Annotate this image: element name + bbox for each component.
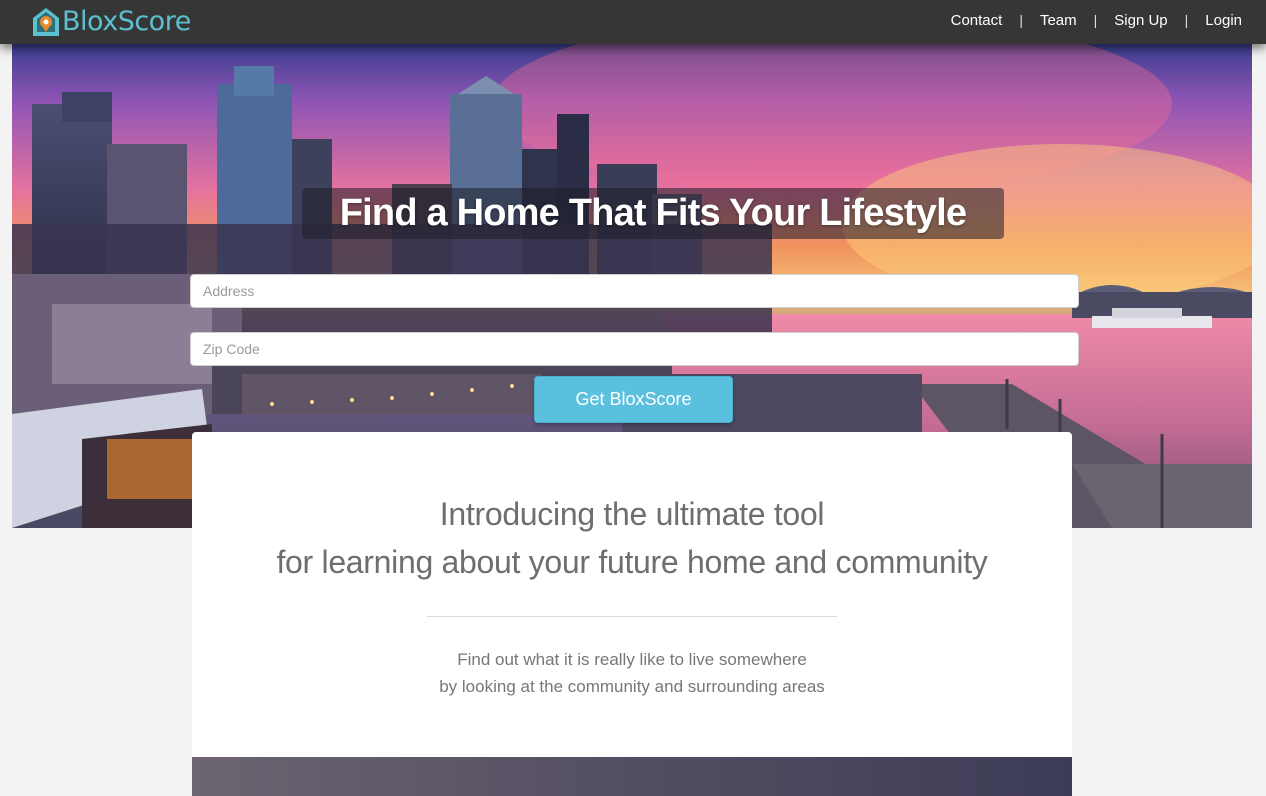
intro-heading-line1: Introducing the ultimate tool (439, 496, 825, 532)
nav-contact-link[interactable]: Contact (951, 12, 1003, 29)
nav-separator: | (1184, 12, 1189, 28)
intro-heading-line2: for learning about your future home and … (276, 544, 988, 580)
nav-login-link[interactable]: Login (1205, 12, 1242, 29)
intro-body-line2: by looking at the community and surround… (439, 677, 825, 696)
hero-title-box: Find a Home That Fits Your Lifestyle (302, 188, 1004, 239)
nav-signup-link[interactable]: Sign Up (1114, 12, 1167, 29)
nav-team-link[interactable]: Team (1040, 12, 1077, 29)
intro-body-line1: Find out what it is really like to live … (457, 650, 807, 669)
nav-separator: | (1093, 12, 1098, 28)
address-input[interactable] (190, 274, 1079, 308)
nav-links: Contact | Team | Sign Up | Login (951, 0, 1242, 40)
next-section-image (192, 757, 1072, 796)
hero-title: Find a Home That Fits Your Lifestyle (339, 192, 967, 234)
intro-divider (427, 616, 837, 617)
brand-logo-link[interactable]: BloxScore (32, 5, 191, 39)
house-pin-icon (33, 8, 59, 36)
nav-separator: | (1019, 12, 1023, 28)
intro-card: Introducing the ultimate tool for learni… (192, 432, 1072, 757)
zip-code-input[interactable] (190, 332, 1079, 366)
top-navbar: BloxScore Contact | Team | Sign Up | Log… (0, 0, 1266, 44)
get-bloxscore-button[interactable]: Get BloxScore (534, 376, 733, 423)
brand-name: BloxScore (62, 6, 191, 37)
